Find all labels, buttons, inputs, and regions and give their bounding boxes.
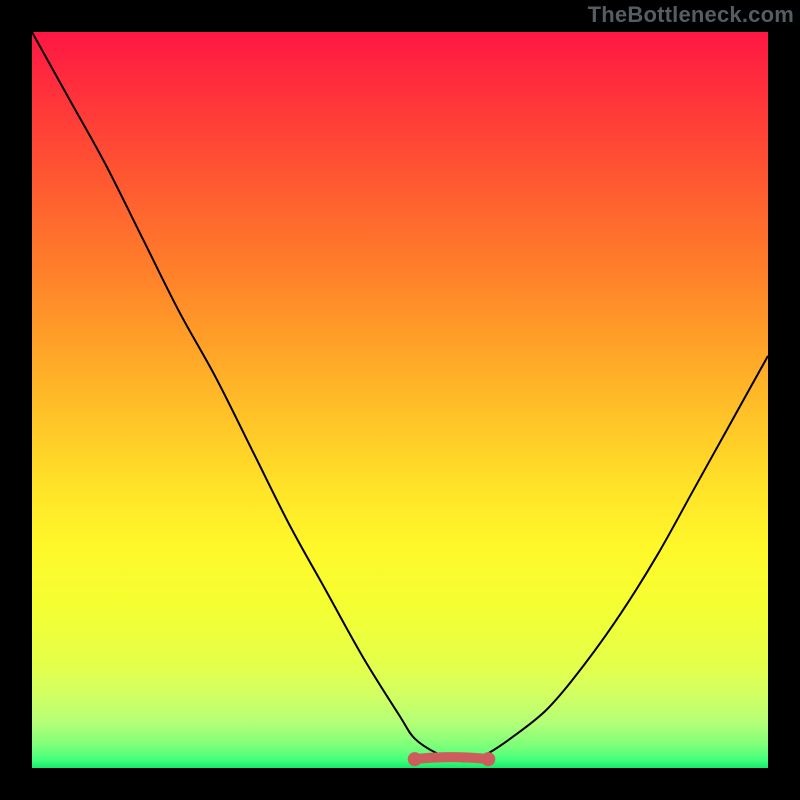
optimal-region-dot-left [408, 752, 422, 766]
optimal-region-line [415, 757, 489, 759]
chart-svg [0, 0, 800, 800]
chart-frame: TheBottleneck.com [0, 0, 800, 800]
plot-background [32, 32, 768, 768]
optimal-region-dot-right [481, 752, 495, 766]
